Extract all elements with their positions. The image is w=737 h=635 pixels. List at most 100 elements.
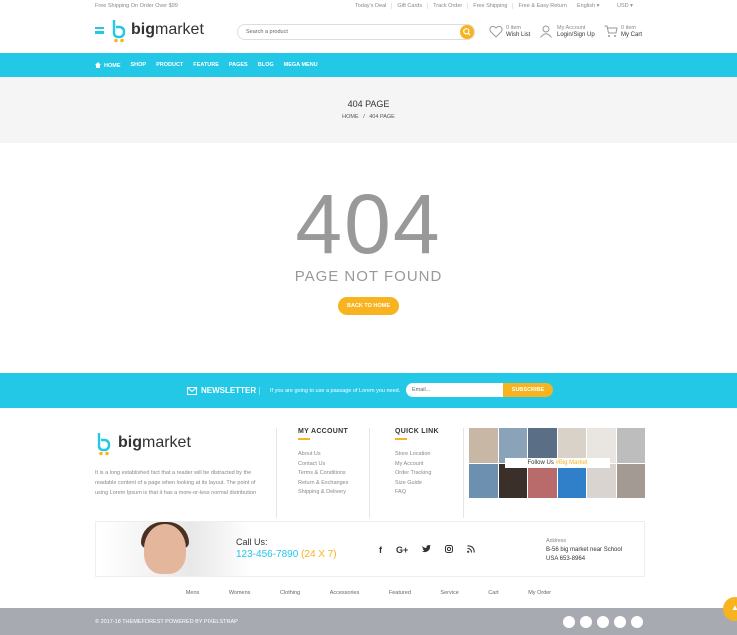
logo-text: bigmarket (131, 21, 204, 38)
account-link[interactable]: My Account Login/Sign Up (540, 25, 595, 39)
footer-link-faq[interactable]: FAQ (395, 488, 439, 498)
amex-icon (614, 616, 626, 628)
shipping-notice: Free Shipping On Order Over $99 (95, 3, 178, 9)
currency-value: USD (617, 3, 629, 9)
call-us-label: Call Us: (236, 537, 268, 547)
cart-label: My Cart (621, 32, 642, 38)
contact-strip: Call Us: 123-456-7890 (24 X 7) f G+ Addr… (95, 521, 645, 577)
copyright-text: © 2017-18 THEMEFOREST POWERED BY PIXELST… (95, 619, 238, 625)
logo-mark-icon (97, 433, 111, 456)
cart-link[interactable]: 0 item My Cart (604, 25, 642, 39)
top-link-todays-deal[interactable]: Today's Deal (350, 3, 391, 9)
footer-link-terms[interactable]: Terms & Conditions (298, 469, 348, 479)
home-icon (95, 62, 101, 68)
address-line-1: B-56 big market near School (546, 547, 623, 553)
footer-about: It is a long established fact that a rea… (95, 470, 257, 496)
logo[interactable]: bigmarket (110, 17, 204, 43)
main-nav: HOME SHOP PRODUCT FEATURE PAGES BLOG MEG… (0, 53, 737, 77)
address-title: Address (546, 538, 567, 544)
instagram-photo[interactable] (587, 463, 616, 498)
search-icon (463, 28, 471, 36)
mastercard-icon (580, 616, 592, 628)
language-value: English (577, 3, 596, 9)
phone-value: 123-456-7890 (236, 549, 299, 560)
subscribe-button[interactable]: SUBSCRIBE (503, 383, 553, 397)
instagram-follow-label[interactable]: Follow Us #Big Market (505, 458, 610, 468)
newsletter-email-input[interactable]: Email... (406, 383, 506, 397)
nav-product[interactable]: PRODUCT (156, 62, 183, 69)
instagram-photo[interactable] (469, 428, 498, 463)
instagram-photo[interactable] (616, 428, 645, 463)
discover-icon (631, 616, 643, 628)
footer-logo[interactable]: bigmarket (95, 430, 191, 456)
account-label: Login/Sign Up (557, 32, 595, 38)
heart-icon (489, 25, 503, 38)
header: bigmarket Search a product 0 item Wish Li… (0, 14, 737, 52)
instagram-photo[interactable] (616, 463, 645, 498)
nav-pages[interactable]: PAGES (229, 62, 248, 69)
footer-logo-text: bigmarket (118, 434, 191, 451)
nav-feature[interactable]: FEATURE (193, 62, 219, 69)
my-account-title: MY ACCOUNT (298, 428, 349, 435)
search-button[interactable] (460, 25, 474, 39)
cart-icon (604, 25, 618, 37)
top-link-free-return[interactable]: Free & Easy Return (512, 3, 571, 9)
nav-home[interactable]: HOME (95, 62, 121, 69)
breadcrumb-home[interactable]: HOME (342, 114, 359, 120)
top-link-gift-cards[interactable]: Gift Cards (391, 3, 427, 9)
language-select[interactable]: English ▾ (577, 3, 599, 9)
footer-link-size-guide[interactable]: Size Guide (395, 479, 439, 489)
copyright-bar: © 2017-18 THEMEFOREST POWERED BY PIXELST… (0, 608, 737, 635)
instagram-photo[interactable] (498, 463, 527, 498)
wishlist-link[interactable]: 0 item Wish List (489, 25, 530, 39)
twitter-icon[interactable] (422, 545, 432, 555)
breadcrumb-current: 404 PAGE (369, 114, 395, 120)
instagram-tag: #Big Market (555, 460, 588, 466)
footer-link-about-us[interactable]: About Us (298, 450, 348, 460)
instagram-gallery: Follow Us #Big Market (469, 428, 645, 498)
phone-hours: (24 X 7) (301, 549, 337, 560)
footer-link-my-account[interactable]: My Account (395, 460, 439, 470)
back-to-home-button[interactable]: BACK TO HOME (338, 297, 399, 315)
error-section: 404 PAGE NOT FOUND BACK TO HOME (0, 180, 737, 315)
footer-link-order-tracking[interactable]: Order Tracking (395, 469, 439, 479)
footer-link-contact-us[interactable]: Contact Us (298, 460, 348, 470)
footer-link-shipping[interactable]: Shipping & Delivery (298, 488, 348, 498)
breadcrumb: HOME / 404 PAGE (0, 114, 737, 120)
instagram-photo[interactable] (557, 463, 586, 498)
instagram-photo[interactable] (469, 463, 498, 498)
google-plus-icon[interactable]: G+ (396, 545, 408, 555)
footer-link-store-location[interactable]: Store Location (395, 450, 439, 460)
category-link-womens[interactable]: Womens (229, 590, 251, 596)
currency-select[interactable]: USD ▾ (617, 3, 633, 9)
footer-divider (463, 428, 464, 518)
category-link-clothing[interactable]: Clothing (280, 590, 300, 596)
category-link-my-order[interactable]: My Order (528, 590, 551, 596)
top-link-free-shipping[interactable]: Free Shipping (467, 3, 512, 9)
category-link-service[interactable]: Service (440, 590, 458, 596)
top-link-track-order[interactable]: Track Order (427, 3, 467, 9)
facebook-icon[interactable]: f (379, 545, 382, 555)
logo-mark-icon (112, 20, 126, 43)
nav-blog[interactable]: BLOG (258, 62, 274, 69)
instagram-photo[interactable] (528, 463, 557, 498)
rss-icon[interactable] (467, 545, 476, 555)
nav-shop[interactable]: SHOP (131, 62, 147, 69)
wishlist-label: Wish List (506, 32, 531, 38)
category-link-accessories[interactable]: Accessories (330, 590, 360, 596)
phone-number[interactable]: 123-456-7890 (24 X 7) (236, 549, 337, 560)
footer-link-returns[interactable]: Return & Exchanges (298, 479, 348, 489)
category-link-cart[interactable]: Cart (488, 590, 498, 596)
footer: bigmarket It is a long established fact … (0, 408, 737, 635)
nav-mega-menu[interactable]: MEGA MENU (284, 62, 318, 69)
instagram-icon[interactable] (445, 545, 454, 555)
page-banner: 404 PAGE HOME / 404 PAGE (0, 77, 737, 143)
category-link-featured[interactable]: Featured (389, 590, 411, 596)
hamburger-menu-icon[interactable] (95, 27, 104, 34)
social-links: f G+ (379, 545, 476, 555)
error-message: PAGE NOT FOUND (294, 268, 443, 285)
wishlist-count: 0 item (506, 25, 521, 31)
quick-link-title: QUICK LINK (395, 428, 439, 435)
search-input[interactable]: Search a product (237, 24, 475, 40)
category-link-mens[interactable]: Mens (186, 590, 199, 596)
